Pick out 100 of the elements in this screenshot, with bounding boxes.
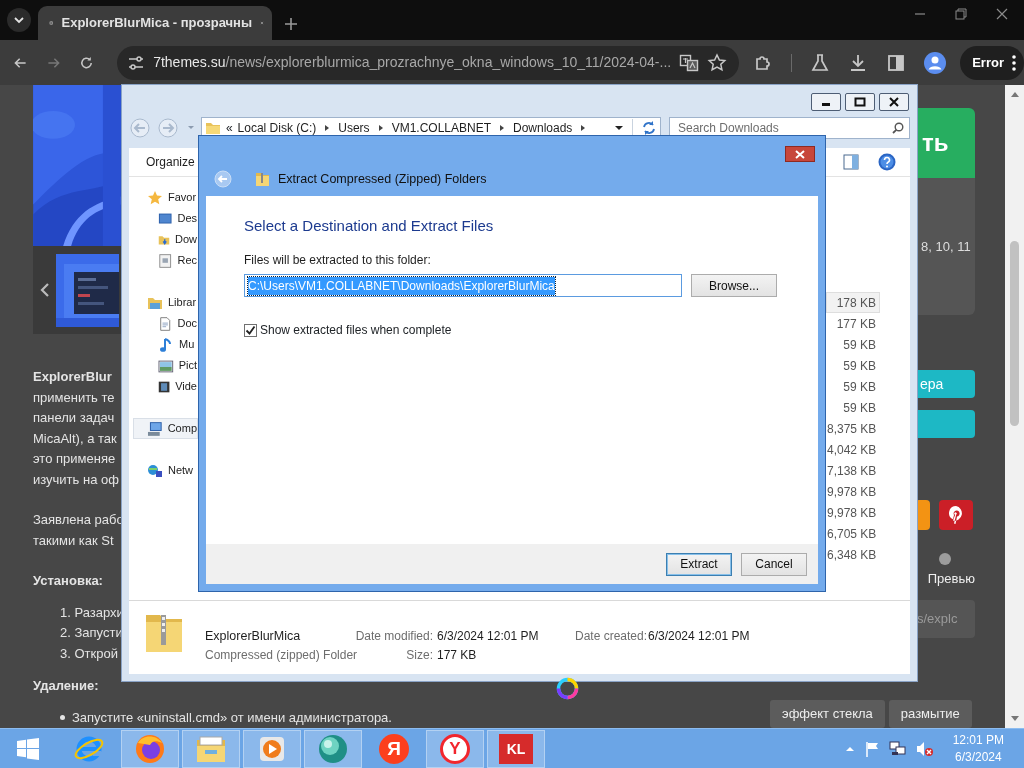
- nav-item[interactable]: Des: [133, 208, 198, 229]
- site-info-icon[interactable]: [127, 53, 146, 72]
- zip-folder-icon: [255, 171, 270, 187]
- taskbar-button[interactable]: [182, 729, 240, 768]
- nav-item[interactable]: Dow: [133, 229, 198, 250]
- refresh-icon[interactable]: [641, 120, 657, 136]
- tab-search-button[interactable]: [7, 8, 31, 32]
- maximize-icon: [854, 97, 866, 107]
- checkbox-label: Show extracted files when complete: [260, 322, 452, 339]
- file-size-cell[interactable]: 59 KB: [826, 376, 880, 397]
- file-size-cell[interactable]: 59 KB: [826, 334, 880, 355]
- orb-icon: [317, 732, 349, 765]
- field-label: Date modified:: [355, 628, 434, 645]
- plus-icon[interactable]: [284, 17, 298, 31]
- flag-icon[interactable]: [863, 740, 880, 757]
- nav-item[interactable]: Doc: [133, 313, 198, 334]
- share-button[interactable]: [939, 500, 973, 530]
- nav-item[interactable]: Librar: [133, 292, 198, 313]
- file-size-cell[interactable]: 9,978 KB: [826, 502, 880, 523]
- document-icon: [158, 315, 173, 332]
- maximize-button[interactable]: [845, 93, 875, 111]
- flask-icon[interactable]: [810, 52, 831, 73]
- taskbar-button[interactable]: [304, 729, 362, 768]
- close-icon[interactable]: [996, 8, 1008, 20]
- tag[interactable]: размытие: [888, 700, 972, 728]
- folder-icon: [195, 733, 227, 764]
- chevron-left-icon[interactable]: [40, 282, 50, 299]
- nav-item[interactable]: Pict: [133, 355, 198, 376]
- search-icon[interactable]: [892, 122, 904, 134]
- file-size-cell[interactable]: 4,042 KB: [826, 439, 880, 460]
- nav-item[interactable]: Comp: [133, 418, 198, 439]
- paragraph-line: такими как St: [33, 531, 115, 550]
- dialog-heading: Select a Destination and Extract Files: [244, 216, 495, 236]
- dialog-button[interactable]: Extract: [666, 552, 732, 576]
- profile-error-button[interactable]: Error: [960, 45, 1024, 80]
- paragraph-line: ExplorerBlur: [33, 368, 113, 386]
- pin-logo-icon: [948, 505, 964, 525]
- minimize-button[interactable]: [811, 93, 841, 111]
- file-size-cell[interactable]: 8,375 KB: [826, 418, 880, 439]
- close-button[interactable]: [785, 146, 815, 162]
- dialog-title: Extract Compressed (Zipped) Folders: [278, 170, 487, 188]
- scroll-up-icon[interactable]: [1010, 91, 1019, 97]
- tag[interactable]: эффект стекла: [770, 700, 885, 728]
- paragraph-line: изучить на оф: [33, 470, 120, 489]
- taskbar-button[interactable]: Я: [365, 729, 423, 768]
- folder-icon: [204, 120, 221, 136]
- restore-icon[interactable]: [955, 8, 967, 20]
- field-label: Size:: [405, 647, 434, 664]
- field-value: 6/3/2024 12:01 PM: [437, 628, 540, 645]
- browser-tab[interactable]: ExplorerBlurMica - прозрачны: [38, 6, 272, 40]
- paragraph-line: MicaAlt), а так: [33, 429, 118, 448]
- file-size-cell[interactable]: 7,138 KB: [826, 460, 880, 481]
- help-icon[interactable]: [878, 153, 896, 171]
- file-size-cell[interactable]: 6,705 KB: [826, 523, 880, 544]
- nav-item[interactable]: Mu: [133, 334, 198, 355]
- dialog-button[interactable]: Cancel: [741, 552, 807, 576]
- field-label: Date created:: [575, 628, 648, 645]
- radio-button[interactable]: [939, 553, 951, 565]
- taskbar-button[interactable]: KL: [487, 729, 545, 768]
- file-size-cell[interactable]: 59 KB: [826, 397, 880, 418]
- more-icon[interactable]: [1012, 54, 1016, 71]
- loading-spinner-icon: [556, 677, 579, 700]
- chevron-down-icon: [13, 14, 25, 26]
- close-button[interactable]: [879, 93, 909, 111]
- file-size-cell[interactable]: 9,978 KB: [826, 481, 880, 502]
- profile-avatar-icon[interactable]: [924, 51, 947, 74]
- organize-button[interactable]: Organize: [139, 150, 202, 174]
- nav-item[interactable]: Rec: [133, 250, 198, 271]
- star-icon[interactable]: [707, 52, 728, 73]
- file-size-cell[interactable]: 6,348 KB: [826, 544, 880, 565]
- nav-item[interactable]: Netw: [133, 460, 198, 481]
- browse-button[interactable]: Browse...: [691, 274, 777, 297]
- caret-up-icon[interactable]: [844, 745, 855, 752]
- nav-item[interactable]: Favor: [133, 187, 198, 208]
- dropdown-caret-icon[interactable]: [614, 125, 624, 131]
- address-bar[interactable]: 7themes.su/news/explorerblurmica_prozrachnye_okna_windows_10_11/2024-04-...: [117, 45, 740, 80]
- scrollbar-thumb[interactable]: [1010, 241, 1019, 426]
- breadcrumb-item[interactable]: Local Disk (C:): [237, 119, 317, 137]
- translate-icon[interactable]: [679, 52, 700, 73]
- file-size-cell[interactable]: 178 KB: [826, 292, 880, 313]
- nav-item[interactable]: Vide: [133, 376, 198, 397]
- file-type: Compressed (zipped) Folder: [205, 647, 355, 664]
- taskbar-button[interactable]: [121, 729, 179, 768]
- field-value: 6/3/2024 12:01 PM: [648, 628, 750, 645]
- speaker-muted-icon[interactable]: [915, 740, 934, 757]
- image-icon: [158, 357, 174, 374]
- breadcrumb-item[interactable]: Downloads: [513, 119, 573, 137]
- sidebar-icon[interactable]: [886, 52, 907, 73]
- bullet-icon: [60, 715, 65, 721]
- breadcrumb-item[interactable]: VM1.COLLABNET: [391, 119, 491, 137]
- scroll-down-icon[interactable]: [1010, 716, 1019, 722]
- file-size-cell[interactable]: 177 KB: [826, 313, 880, 334]
- file-size-cell[interactable]: 59 KB: [826, 355, 880, 376]
- file-name: ExplorerBlurMica: [205, 628, 302, 645]
- checkbox[interactable]: [244, 323, 257, 337]
- field-label: Files will be extracted to this folder:: [244, 253, 432, 268]
- section-heading: Установка:: [33, 572, 104, 590]
- taskbar-button[interactable]: Y: [426, 729, 484, 768]
- network-icon[interactable]: [888, 740, 907, 757]
- breadcrumb-item[interactable]: Users: [338, 119, 370, 137]
